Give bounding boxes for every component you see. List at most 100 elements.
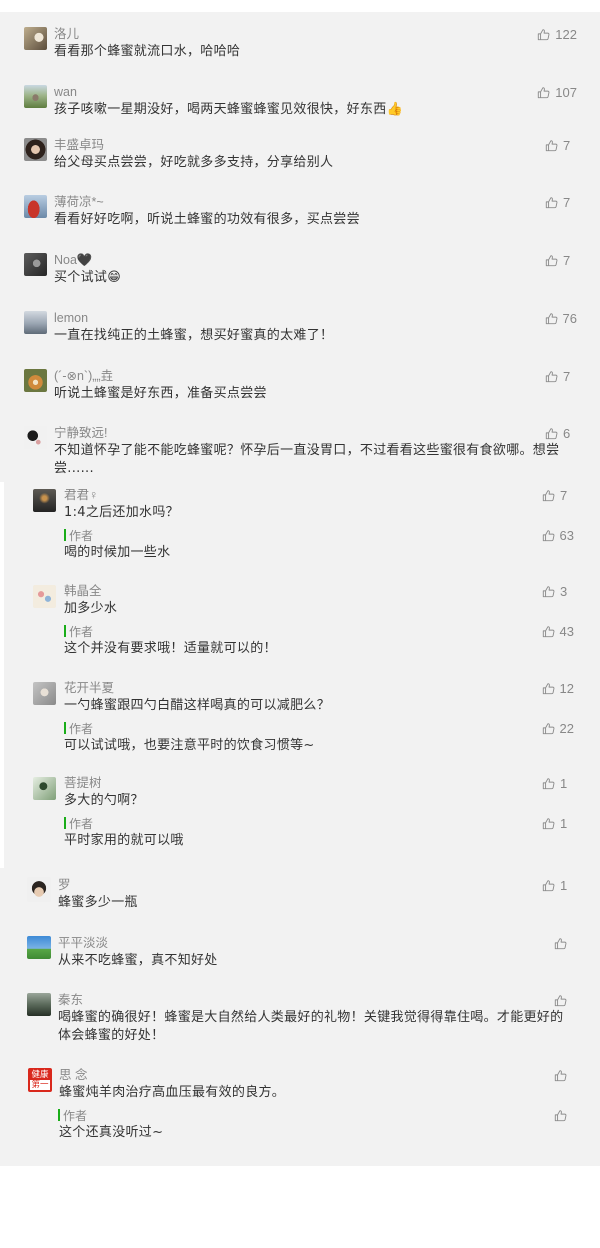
like-count: 7 — [563, 368, 571, 384]
thumbs-up-icon[interactable] — [554, 937, 567, 950]
thumbs-up-icon[interactable] — [545, 370, 558, 383]
like-button[interactable]: 122 — [537, 26, 577, 42]
like-button[interactable]: 63 — [542, 527, 574, 543]
thumbs-up-icon[interactable] — [542, 722, 555, 735]
like-count: 122 — [555, 26, 577, 42]
author-reply-text: 可以试试哦，也要注意平时的饮食习惯等~ — [64, 738, 315, 753]
like-button[interactable] — [554, 936, 567, 950]
like-button[interactable]: 7 — [545, 194, 577, 210]
commenter-name: Noa🖤 — [54, 253, 93, 267]
like-button[interactable]: 6 — [545, 425, 577, 441]
commenter-name: 罗 — [58, 878, 71, 892]
avatar — [27, 936, 51, 959]
comment-text: 买个试试😁 — [54, 270, 122, 285]
commenter-name: 秦东 — [58, 993, 84, 1007]
author-bar — [64, 722, 66, 734]
thumbs-up-icon[interactable] — [537, 86, 550, 99]
like-button[interactable]: 43 — [542, 623, 574, 639]
commenter-name: 薄荷凉*~ — [54, 195, 104, 209]
like-count: 43 — [559, 623, 574, 639]
avatar — [33, 585, 56, 608]
author-reply-text: 喝的时候加一些水 — [64, 545, 171, 560]
thumbs-up-icon[interactable] — [545, 427, 558, 440]
like-button[interactable]: 3 — [542, 583, 574, 599]
thumbs-up-icon[interactable] — [542, 585, 555, 598]
author-badge: 作者 — [64, 721, 93, 736]
thumbs-up-icon[interactable] — [542, 777, 555, 790]
comment-text: 看看好好吃啊，听说土蜂蜜的功效有很多，买点尝尝 — [54, 212, 360, 227]
author-reply-text: 平时家用的就可以哦 — [64, 833, 184, 848]
like-count: 1 — [560, 775, 568, 791]
commenter-name: 菩提树 — [64, 776, 102, 790]
commenter-name: 平平淡淡 — [58, 936, 109, 950]
thumbs-up-icon[interactable] — [554, 994, 567, 1007]
thumbs-up-icon[interactable] — [542, 817, 555, 830]
comment-text: 看看那个蜂蜜就流口水，哈哈哈 — [54, 44, 241, 59]
like-button[interactable] — [554, 1108, 567, 1122]
like-count: 63 — [559, 527, 574, 543]
avatar — [24, 253, 47, 276]
comment-text: 不知道怀孕了能不能吃蜂蜜呢？怀孕后一直没胃口，不过看看这些蜜很有食欲哪。想尝尝.… — [54, 443, 560, 476]
author-label: 作者 — [69, 528, 94, 543]
avatar — [33, 777, 56, 800]
commenter-name: 洛儿 — [54, 27, 80, 41]
thumbs-up-icon[interactable] — [554, 1069, 567, 1082]
like-button[interactable]: 7 — [545, 137, 577, 153]
thumbs-up-icon[interactable] — [537, 28, 550, 41]
thumbs-up-icon[interactable] — [542, 489, 555, 502]
like-button[interactable]: 107 — [537, 84, 577, 100]
avatar — [24, 195, 47, 218]
avatar — [24, 369, 47, 392]
comment-text: 孩子咳嗽一星期没好，喝两天蜂蜜蜂蜜见效很快，好东西👍 — [54, 102, 403, 117]
author-bar — [64, 625, 66, 637]
comment-text: 蜂蜜多少一瓶 — [58, 895, 138, 910]
thumbs-up-icon[interactable] — [545, 196, 558, 209]
like-button[interactable]: 76 — [545, 311, 577, 326]
commenter-name: (´-⊗n`)„„垚 — [54, 369, 114, 383]
thumbs-up-icon[interactable] — [542, 682, 555, 695]
like-button[interactable] — [554, 993, 567, 1007]
reply-section-edge — [0, 482, 4, 868]
like-count: 7 — [563, 194, 571, 210]
thumbs-up-icon[interactable] — [545, 254, 558, 267]
avatar — [27, 993, 51, 1016]
thumbs-up-icon[interactable] — [542, 879, 555, 892]
comment-text: 1:4之后还加水吗？ — [64, 505, 179, 520]
author-badge: 作者 — [64, 624, 93, 639]
like-button[interactable]: 22 — [542, 720, 574, 736]
author-label: 作者 — [63, 1108, 88, 1123]
commenter-name: 丰盛卓玛 — [54, 138, 105, 152]
comment-text: 从来不吃蜂蜜，真不知好处 — [58, 953, 218, 968]
comment-text: 听说土蜂蜜是好东西，准备买点尝尝 — [54, 386, 267, 401]
avatar — [24, 27, 47, 50]
like-button[interactable]: 1 — [542, 877, 574, 893]
avatar — [33, 489, 56, 512]
like-button[interactable]: 1 — [542, 816, 574, 831]
like-button[interactable]: 12 — [542, 681, 574, 696]
like-button[interactable]: 1 — [542, 775, 574, 791]
like-count: 7 — [563, 137, 571, 153]
like-button[interactable]: 7 — [545, 368, 577, 384]
commenter-name: 思 念 — [59, 1068, 88, 1082]
thumbs-up-icon[interactable] — [554, 1109, 567, 1122]
like-count: 3 — [560, 583, 568, 599]
commenter-name: 君君♀ — [64, 488, 99, 502]
comment-text: 多大的勺啊？ — [64, 793, 144, 808]
comment-text: 一勺蜂蜜跟四勺白醋这样喝真的可以减肥么？ — [64, 698, 331, 713]
like-button[interactable]: 7 — [545, 253, 577, 268]
like-count: 107 — [555, 84, 577, 100]
thumbs-up-icon[interactable] — [542, 529, 555, 542]
avatar — [24, 85, 47, 108]
like-button[interactable] — [554, 1068, 567, 1082]
like-count: 6 — [563, 425, 571, 441]
avatar-text-top: 健康 — [31, 1070, 49, 1080]
thumbs-up-icon[interactable] — [545, 312, 558, 325]
like-count: 1 — [560, 877, 568, 893]
author-label: 作者 — [69, 816, 94, 831]
avatar-text-bottom: 第一 — [30, 1080, 50, 1090]
like-count: 22 — [559, 720, 574, 736]
author-bar — [64, 817, 66, 829]
thumbs-up-icon[interactable] — [542, 625, 555, 638]
thumbs-up-icon[interactable] — [545, 139, 558, 152]
like-button[interactable]: 7 — [542, 488, 574, 503]
